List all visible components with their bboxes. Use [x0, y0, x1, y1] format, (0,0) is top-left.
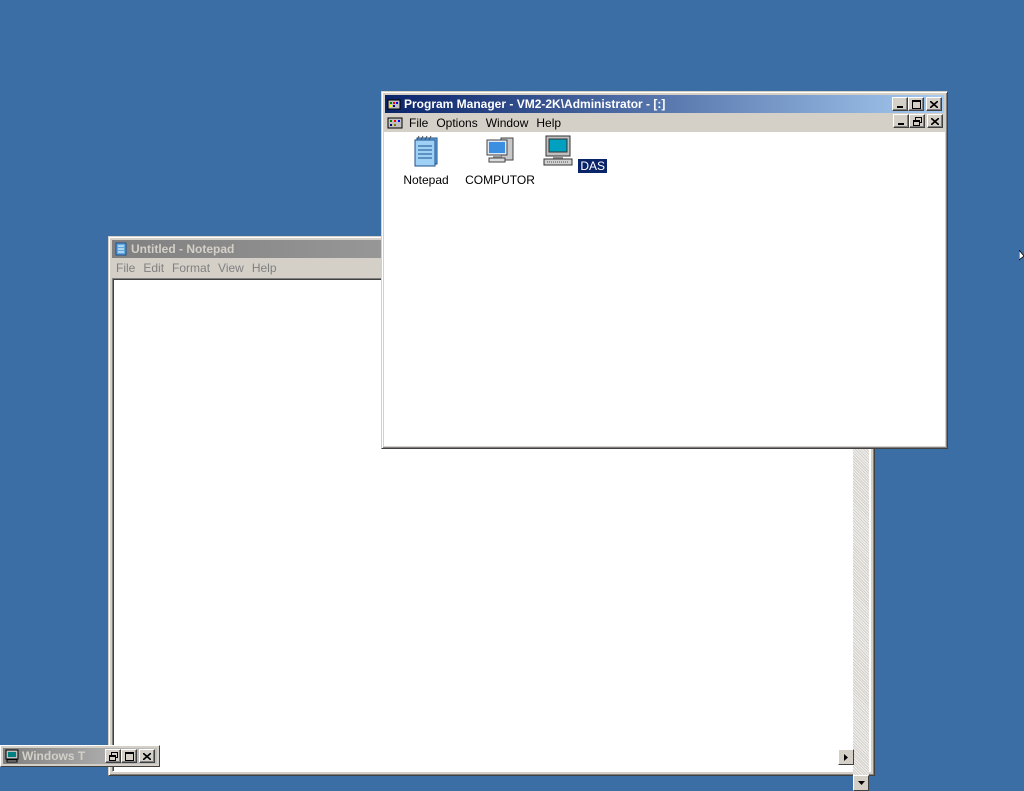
maximize-button[interactable] [121, 749, 137, 763]
minimized-window[interactable]: Windows T [0, 745, 160, 767]
notepad-vertical-scrollbar[interactable] [853, 447, 869, 791]
program-manager-window[interactable]: Program Manager - VM2-2K\Administrator -… [381, 91, 948, 449]
minimize-button[interactable] [892, 97, 908, 111]
restore-button[interactable] [105, 749, 121, 763]
progman-menu-file[interactable]: File [405, 116, 432, 130]
minimize-icon [897, 106, 903, 108]
notepad-menu-view[interactable]: View [214, 261, 248, 275]
notepad-icon [414, 135, 438, 167]
notepad-menu-file[interactable]: File [112, 261, 139, 275]
program-icon-notepad[interactable]: Notepad [386, 134, 466, 187]
close-icon [143, 752, 151, 760]
close-icon [931, 117, 939, 125]
program-manager-menubar: File Options Window Help [385, 114, 944, 132]
progman-menu-options[interactable]: Options [432, 116, 481, 130]
program-icon-das[interactable]: DAS [534, 134, 614, 173]
close-button[interactable] [139, 749, 155, 763]
monitor-icon [543, 135, 573, 166]
program-icon-computor[interactable]: COMPUTOR [460, 134, 540, 187]
scroll-right-button[interactable] [838, 749, 854, 765]
mdi-minimize-button[interactable] [893, 114, 909, 128]
program-icon-label: COMPUTOR [465, 173, 535, 187]
program-manager-app-icon [387, 99, 401, 110]
program-manager-titlebar[interactable]: Program Manager - VM2-2K\Administrator -… [385, 95, 944, 113]
scroll-down-button[interactable] [853, 775, 869, 791]
minimized-window-title: Windows T [22, 749, 86, 763]
progman-menu-help[interactable]: Help [532, 116, 565, 130]
notepad-app-icon [115, 242, 127, 256]
chevron-right-icon [844, 753, 848, 761]
program-manager-title: Program Manager - VM2-2K\Administrator -… [404, 97, 666, 111]
mdi-child-buttons [893, 114, 943, 128]
program-group-area[interactable]: Notepad COMPUTOR DAS [384, 132, 945, 446]
notepad-menu-help[interactable]: Help [248, 261, 281, 275]
program-icon-label: DAS [578, 159, 608, 173]
chevron-down-icon [857, 781, 865, 785]
mouse-cursor-icon [1019, 250, 1024, 261]
mdi-system-menu-icon[interactable] [387, 116, 403, 130]
maximize-icon [911, 99, 921, 109]
maximize-icon [124, 751, 134, 761]
minimize-icon [898, 123, 904, 125]
minimized-window-titlebar[interactable]: Windows T [3, 748, 157, 764]
close-button[interactable] [926, 97, 942, 111]
notepad-menu-format[interactable]: Format [168, 261, 214, 275]
computer-icon [5, 749, 19, 763]
close-icon [930, 100, 938, 108]
mdi-close-button[interactable] [927, 114, 943, 128]
computer-icon [486, 137, 514, 163]
progman-menu-window[interactable]: Window [482, 116, 533, 130]
restore-icon [912, 116, 922, 126]
mdi-restore-button[interactable] [909, 114, 925, 128]
restore-icon [108, 751, 118, 761]
maximize-button[interactable] [908, 97, 924, 111]
notepad-menu-edit[interactable]: Edit [139, 261, 168, 275]
program-icon-label: Notepad [403, 173, 449, 187]
